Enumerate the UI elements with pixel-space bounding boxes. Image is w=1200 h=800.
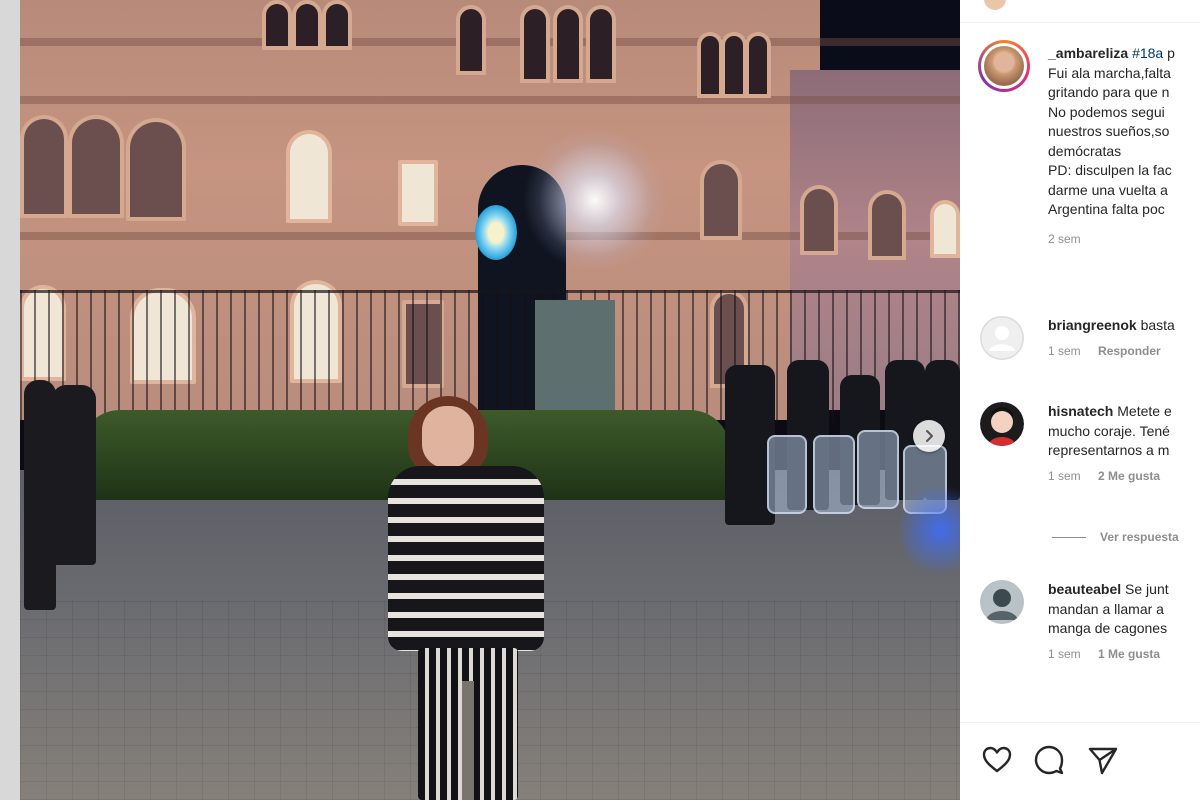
striped-sweater bbox=[388, 466, 544, 651]
pedestrian bbox=[52, 385, 96, 565]
caption-line: Argentina falta poc bbox=[1048, 201, 1165, 217]
face bbox=[422, 406, 474, 468]
comment-username[interactable]: briangreenok bbox=[1048, 317, 1137, 333]
guard-booth bbox=[535, 300, 615, 410]
avatar-image bbox=[980, 402, 1024, 446]
window bbox=[800, 185, 838, 255]
caption-line: nuestros sueños,so bbox=[1048, 123, 1170, 139]
riot-shield bbox=[767, 435, 807, 514]
comment-button[interactable] bbox=[1032, 743, 1066, 777]
comment-username[interactable]: beauteabel bbox=[1048, 581, 1121, 597]
comment-text: Se junt bbox=[1125, 581, 1169, 597]
post-actions-bar bbox=[960, 722, 1200, 800]
window bbox=[745, 32, 771, 98]
comment-time[interactable]: 1 sem bbox=[1048, 647, 1081, 661]
arcade-arch bbox=[68, 115, 124, 218]
view-replies-button[interactable]: Ver respuesta bbox=[1052, 530, 1179, 544]
window bbox=[930, 200, 960, 258]
hashtag-link[interactable]: #18a bbox=[1132, 45, 1163, 61]
window bbox=[456, 5, 486, 75]
street-lamp bbox=[520, 130, 670, 270]
comment-text: manga de cagones bbox=[1048, 620, 1168, 636]
woman-striped-sweater bbox=[386, 396, 546, 800]
comment-text: mandan a llamar a bbox=[1048, 600, 1164, 617]
header-avatar[interactable] bbox=[984, 0, 1006, 10]
comment-text: representarnos a m bbox=[1048, 442, 1170, 458]
window bbox=[262, 0, 292, 50]
window bbox=[322, 0, 352, 50]
avatar-image bbox=[980, 580, 1024, 624]
comment-avatar[interactable] bbox=[980, 402, 1024, 446]
cornice bbox=[20, 96, 960, 104]
window bbox=[700, 160, 742, 240]
window bbox=[586, 5, 616, 83]
comment-avatar[interactable] bbox=[980, 316, 1024, 360]
send-icon bbox=[1088, 747, 1118, 775]
comment-meta: 1 sem 2 Me gusta bbox=[1048, 467, 1200, 487]
author-avatar[interactable] bbox=[978, 40, 1030, 92]
pants-gap bbox=[462, 681, 474, 800]
window bbox=[553, 5, 583, 83]
arcade-arch bbox=[20, 115, 68, 218]
cornice bbox=[20, 38, 960, 46]
caption-line: darme una vuelta a bbox=[1048, 181, 1168, 198]
heart-icon bbox=[982, 746, 1012, 773]
likes-count[interactable]: 2 Me gusta bbox=[1098, 469, 1160, 483]
window bbox=[292, 0, 322, 50]
carousel-next-button[interactable] bbox=[913, 420, 945, 452]
comment-time[interactable]: 1 sem bbox=[1048, 344, 1081, 358]
window bbox=[721, 32, 747, 98]
chevron-right-icon bbox=[926, 430, 933, 442]
comments-panel: _ambareliza #18a p Fui ala marcha,falta … bbox=[960, 0, 1200, 800]
window bbox=[697, 32, 723, 98]
caption-text: _ambareliza #18a p Fui ala marcha,falta … bbox=[1048, 44, 1200, 249]
caption-line: PD: disculpen la fac bbox=[1048, 162, 1172, 178]
caption-suffix: p bbox=[1167, 45, 1175, 61]
share-button[interactable] bbox=[1086, 743, 1120, 777]
comment-time[interactable]: 1 sem bbox=[1048, 469, 1081, 483]
window bbox=[868, 190, 906, 260]
caption-line: Fui ala marcha,falta bbox=[1048, 64, 1171, 81]
argentine-flag bbox=[475, 205, 517, 260]
window bbox=[286, 130, 332, 223]
riot-shield bbox=[813, 435, 855, 514]
author-avatar-image bbox=[984, 46, 1024, 86]
caption-line: demócratas bbox=[1048, 142, 1122, 159]
post-photo[interactable] bbox=[0, 0, 960, 800]
comment-text: basta bbox=[1140, 317, 1175, 333]
likes-count[interactable]: 1 Me gusta bbox=[1098, 647, 1160, 661]
default-avatar-icon bbox=[980, 316, 1024, 360]
screenshot: _ambareliza #18a p Fui ala marcha,falta … bbox=[0, 0, 1200, 800]
comment-text: mucho coraje. Tené bbox=[1048, 422, 1170, 439]
panel-header bbox=[960, 0, 1200, 23]
comment-username[interactable]: hisnatech bbox=[1048, 403, 1113, 419]
like-button[interactable] bbox=[980, 743, 1014, 777]
caption-line: gritando para que n bbox=[1048, 84, 1170, 100]
caption-line: No podemos segui bbox=[1048, 103, 1165, 120]
view-replies-label: Ver respuesta bbox=[1100, 530, 1179, 544]
comment-body: beauteabel Se junt mandan a llamar a man… bbox=[1048, 580, 1200, 664]
riot-shield bbox=[857, 430, 899, 509]
replies-divider bbox=[1052, 537, 1086, 539]
reply-button[interactable]: Responder bbox=[1098, 344, 1161, 358]
arcade-arch bbox=[126, 118, 186, 221]
photo-border bbox=[0, 0, 20, 800]
comment-icon bbox=[1034, 745, 1064, 775]
comment-avatar[interactable] bbox=[980, 580, 1024, 624]
comment-text: Metete e bbox=[1117, 403, 1172, 419]
window bbox=[398, 160, 438, 226]
comment-meta: 1 sem 1 Me gusta bbox=[1048, 645, 1200, 665]
post-time[interactable]: 2 sem bbox=[1048, 230, 1200, 250]
pedestrian bbox=[24, 380, 56, 610]
window bbox=[520, 5, 550, 83]
comment-body: hisnatech Metete e mucho coraje. Tené re… bbox=[1048, 402, 1200, 486]
comment-body: briangreenok basta 1 sem Responder bbox=[1048, 316, 1200, 361]
author-username[interactable]: _ambareliza bbox=[1048, 45, 1128, 61]
comment-meta: 1 sem Responder bbox=[1048, 342, 1200, 362]
